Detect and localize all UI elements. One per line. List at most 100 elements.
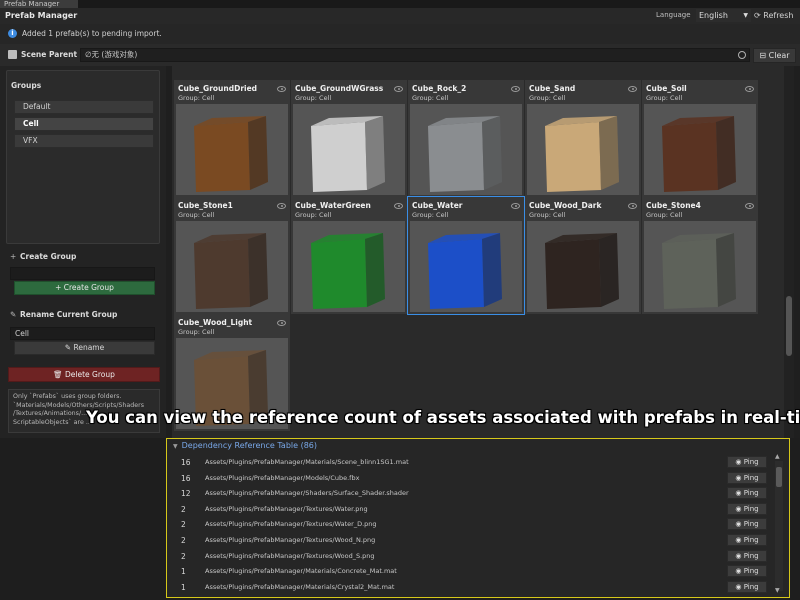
asset-path: Assets/Plugins/PrefabManager/Shaders/Sur… [205, 489, 409, 498]
info-message: Added 1 prefab(s) to pending import. [22, 29, 162, 38]
table-row: 16 Assets/Plugins/PrefabManager/Materials… [171, 454, 775, 470]
prefab-card[interactable]: Cube_Rock_2 Group: Cell [408, 80, 524, 197]
create-group-title-text: Create Group [20, 252, 77, 261]
ping-button[interactable]: ◉ Ping [727, 549, 767, 562]
prefab-group-label: Group: Cell [295, 94, 332, 102]
ping-label: Ping [743, 473, 759, 482]
reference-count: 16 [181, 458, 191, 467]
prefab-thumbnail [527, 221, 639, 312]
tab-prefab-manager[interactable]: Prefab Manager [0, 0, 78, 8]
eye-icon: ◉ [735, 458, 744, 466]
prefab-card[interactable]: Cube_WaterGreen Group: Cell [291, 197, 407, 314]
table-row: 2 Assets/Plugins/PrefabManager/Textures/W… [171, 501, 775, 517]
eye-icon[interactable] [511, 86, 520, 92]
table-row: 12 Assets/Plugins/PrefabManager/Shaders/S… [171, 485, 775, 501]
pencil-icon: ✎ [64, 343, 72, 352]
eye-icon[interactable] [394, 203, 403, 209]
prefab-group-label: Group: Cell [412, 211, 449, 219]
dependency-table-header[interactable]: ▼ Dependency Reference Table (86) [173, 441, 317, 450]
ping-button[interactable]: ◉ Ping [727, 518, 767, 531]
dependency-scroll-thumb[interactable] [776, 467, 782, 487]
scene-parent-field[interactable]: ∅无 (游戏对象) [80, 48, 750, 62]
prefab-thumbnail [176, 104, 288, 195]
prefab-card[interactable]: Cube_Stone4 Group: Cell [642, 197, 758, 314]
scroll-up-icon[interactable]: ▲ [775, 453, 780, 460]
scroll-down-icon[interactable]: ▼ [775, 587, 780, 594]
grid-scroll-thumb[interactable] [786, 296, 792, 356]
asset-path: Assets/Plugins/PrefabManager/Materials/C… [205, 582, 395, 591]
asset-path: Assets/Plugins/PrefabManager/Textures/Wo… [205, 551, 375, 560]
plus-icon: + [55, 283, 62, 292]
object-picker-icon[interactable] [738, 51, 746, 59]
eye-icon[interactable] [277, 320, 286, 326]
info-icon: i [8, 29, 17, 38]
cube-preview [311, 233, 385, 309]
prefab-card[interactable]: Cube_GroundDried Group: Cell [174, 80, 290, 197]
prefab-card[interactable]: Cube_Wood_Dark Group: Cell [525, 197, 641, 314]
prefab-card[interactable]: Cube_GroundWGrass Group: Cell [291, 80, 407, 197]
dependency-scrollbar[interactable] [775, 461, 783, 591]
editor-tab-strip: Prefab Manager [0, 0, 800, 8]
groups-list: Groups Default Cell VFX [6, 70, 160, 244]
window-header: Prefab Manager Language English ▼ ⟳ Refr… [0, 8, 800, 24]
eye-icon[interactable] [628, 203, 637, 209]
reference-count: 2 [181, 536, 186, 545]
prefab-card[interactable]: Cube_Stone1 Group: Cell [174, 197, 290, 314]
ping-button[interactable]: ◉ Ping [727, 534, 767, 546]
clear-button[interactable]: ⊟ Clear [753, 48, 796, 63]
cube-icon [8, 50, 17, 59]
eye-icon: ◉ [735, 520, 744, 529]
rename-group-input[interactable]: Cell [10, 327, 155, 340]
create-group-input[interactable] [10, 267, 155, 280]
group-item-default[interactable]: Default [14, 100, 154, 114]
prefab-group-label: Group: Cell [295, 211, 332, 219]
cube-preview [662, 233, 736, 309]
ping-button[interactable]: ◉ Ping [727, 487, 767, 500]
rename-button[interactable]: ✎ Rename [14, 341, 155, 355]
grid-scrollbar[interactable] [784, 66, 794, 438]
delete-group-button-label: Delete Group [65, 370, 115, 379]
ping-label: Ping [743, 504, 759, 513]
eye-icon[interactable] [277, 86, 286, 92]
ping-button[interactable]: ◉ Ping [727, 580, 767, 593]
prefab-group-label: Group: Cell [646, 211, 683, 219]
ping-button[interactable]: ◉ Ping [727, 565, 767, 578]
prefab-thumbnail [410, 104, 522, 195]
asset-path: Assets/Plugins/PrefabManager/Textures/Wa… [205, 520, 377, 529]
ping-label: Ping [743, 567, 759, 576]
cube-preview [311, 116, 385, 192]
prefab-thumbnail [293, 221, 405, 312]
reference-count: 2 [181, 504, 186, 514]
refresh-button[interactable]: ⟳ Refresh [754, 9, 798, 22]
eye-icon[interactable] [394, 86, 403, 92]
clear-label: Clear [768, 51, 790, 60]
prefab-thumbnail [293, 104, 405, 195]
ping-label: Ping [743, 489, 759, 498]
prefab-card[interactable]: Cube_Water Group: Cell [407, 196, 525, 315]
eye-icon: ◉ [735, 536, 744, 544]
group-item-cell[interactable]: Cell [14, 117, 154, 131]
ping-button[interactable]: ◉ Ping [727, 502, 767, 515]
scene-parent-label: Scene Parent [21, 50, 78, 59]
cube-preview [194, 116, 268, 192]
eye-icon[interactable] [277, 203, 286, 209]
delete-group-button[interactable]: 🗑 Delete Group [8, 367, 160, 382]
prefab-name: Cube_Sand [529, 84, 576, 93]
prefab-card[interactable]: Cube_Sand Group: Cell [525, 80, 641, 197]
eye-icon[interactable] [511, 203, 520, 209]
eye-icon[interactable] [628, 86, 637, 92]
prefab-name: Cube_GroundDried [178, 84, 258, 93]
group-item-vfx[interactable]: VFX [14, 134, 154, 148]
asset-path: Assets/Plugins/PrefabManager/Materials/C… [205, 567, 397, 576]
eye-icon[interactable] [745, 203, 754, 209]
ping-button[interactable]: ◉ Ping [727, 471, 767, 484]
prefab-thumbnail [644, 104, 756, 195]
language-dropdown[interactable]: English ▼ [696, 9, 751, 22]
prefab-name: Cube_Soil [646, 84, 687, 93]
create-group-button[interactable]: + Create Group [14, 281, 155, 295]
prefab-card[interactable]: Cube_Soil Group: Cell [642, 80, 758, 197]
rename-group-title: ✎ Rename Current Group [10, 310, 117, 319]
prefab-group-label: Group: Cell [529, 94, 566, 102]
ping-button[interactable]: ◉ Ping [727, 456, 767, 468]
eye-icon[interactable] [745, 86, 754, 92]
